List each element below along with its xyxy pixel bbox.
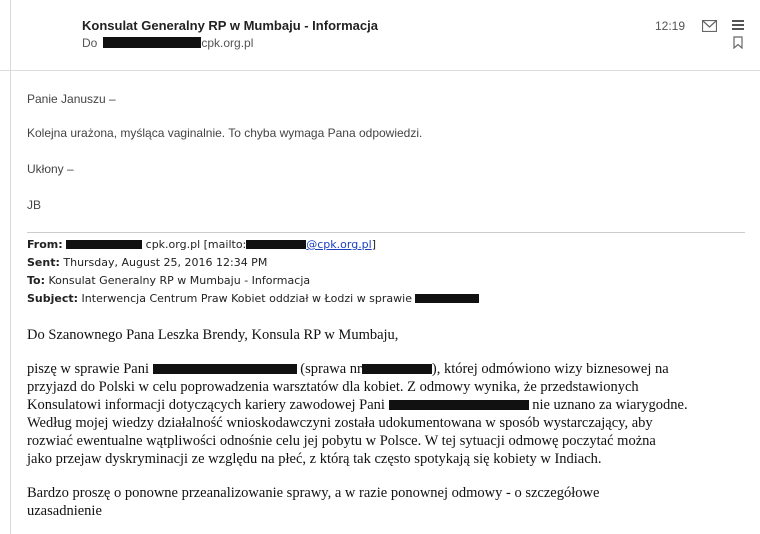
redacted-sender <box>66 240 143 249</box>
message-subject: Konsulat Generalny RP w Mumbaju - Inform… <box>82 18 378 33</box>
letter-text: (sprawa nr <box>300 361 362 377</box>
mailto-suffix: ] <box>371 238 377 251</box>
reply-closing: Ukłony – <box>27 162 74 176</box>
subject-label: Subject: <box>27 292 79 305</box>
recipient-domain: cpk.org.pl <box>201 36 254 50</box>
reply-signature: JB <box>27 198 42 212</box>
mailto-link[interactable]: @cpk.org.pl <box>306 238 371 251</box>
to-label: Do <box>82 36 98 50</box>
mail-icon[interactable] <box>701 19 718 35</box>
to-label: To: <box>27 274 45 287</box>
message-header: Konsulat Generalny RP w Mumbaju - Inform… <box>0 0 760 71</box>
from-label: From: <box>27 238 63 251</box>
letter-line: rozwiać ewentualne wątpliwości odnośnie … <box>27 433 656 449</box>
reply-greeting: Panie Januszu – <box>27 92 116 106</box>
sent-value: Thursday, August 25, 2016 12:34 PM <box>63 256 268 269</box>
forward-sent: Sent: Thursday, August 25, 2016 12:34 PM <box>27 256 267 269</box>
message-time: 12:19 <box>655 19 686 33</box>
recipient-line[interactable]: Do cpk.org.pl <box>82 36 253 50</box>
sent-label: Sent: <box>27 256 60 269</box>
bookmark-icon[interactable] <box>733 36 743 52</box>
subject-value: Interwencja Centrum Praw Kobiet oddział … <box>81 292 412 305</box>
menu-icon[interactable] <box>732 19 744 34</box>
mailto-prefix: [mailto: <box>203 238 247 251</box>
redacted-recipient <box>103 37 202 48</box>
redacted-name <box>152 364 297 374</box>
letter-line: piszę w sprawie Pani (sprawa nr ), której… <box>27 361 669 378</box>
letter-line: jako przejaw dyskryminacji ze względu na… <box>27 451 602 467</box>
letter-text: ), której odmówiono wizy biznesowej na <box>431 361 669 377</box>
letter-line: Według mojej wiedzy działalność wnioskod… <box>27 415 653 431</box>
reply-line: Kolejna urażona, myśląca vaginalnie. To … <box>27 126 423 140</box>
redacted-mailto <box>246 240 307 249</box>
from-domain: cpk.org.pl <box>145 238 201 251</box>
forward-from: From: cpk.org.pl [mailto: @cpk.org.pl] <box>27 238 376 251</box>
forward-to: To: Konsulat Generalny RP w Mumbaju - In… <box>27 274 310 287</box>
redacted-case <box>415 294 480 303</box>
letter-line: Bardzo proszę o ponowne przeanalizowanie… <box>27 485 600 501</box>
redacted-name <box>388 400 529 410</box>
letter-salutation: Do Szanownego Pana Leszka Brendy, Konsul… <box>27 327 399 343</box>
letter-text: nie uznano za wiarygodne. <box>532 397 688 413</box>
letter-line: przyjazd do Polski w celu poprowadzenia … <box>27 379 639 395</box>
letter-line: Konsulatowi informacji dotyczących karie… <box>27 397 688 414</box>
forward-subject: Subject: Interwencja Centrum Praw Kobiet… <box>27 292 480 305</box>
letter-text: Konsulatowi informacji dotyczących karie… <box>27 397 385 413</box>
left-border <box>10 0 11 534</box>
letter-text: piszę w sprawie Pani <box>27 361 150 377</box>
letter-line: uzasadnienie <box>27 503 102 519</box>
forward-separator <box>27 232 745 233</box>
to-value: Konsulat Generalny RP w Mumbaju - Inform… <box>48 274 311 287</box>
redacted-case-number <box>361 364 432 374</box>
